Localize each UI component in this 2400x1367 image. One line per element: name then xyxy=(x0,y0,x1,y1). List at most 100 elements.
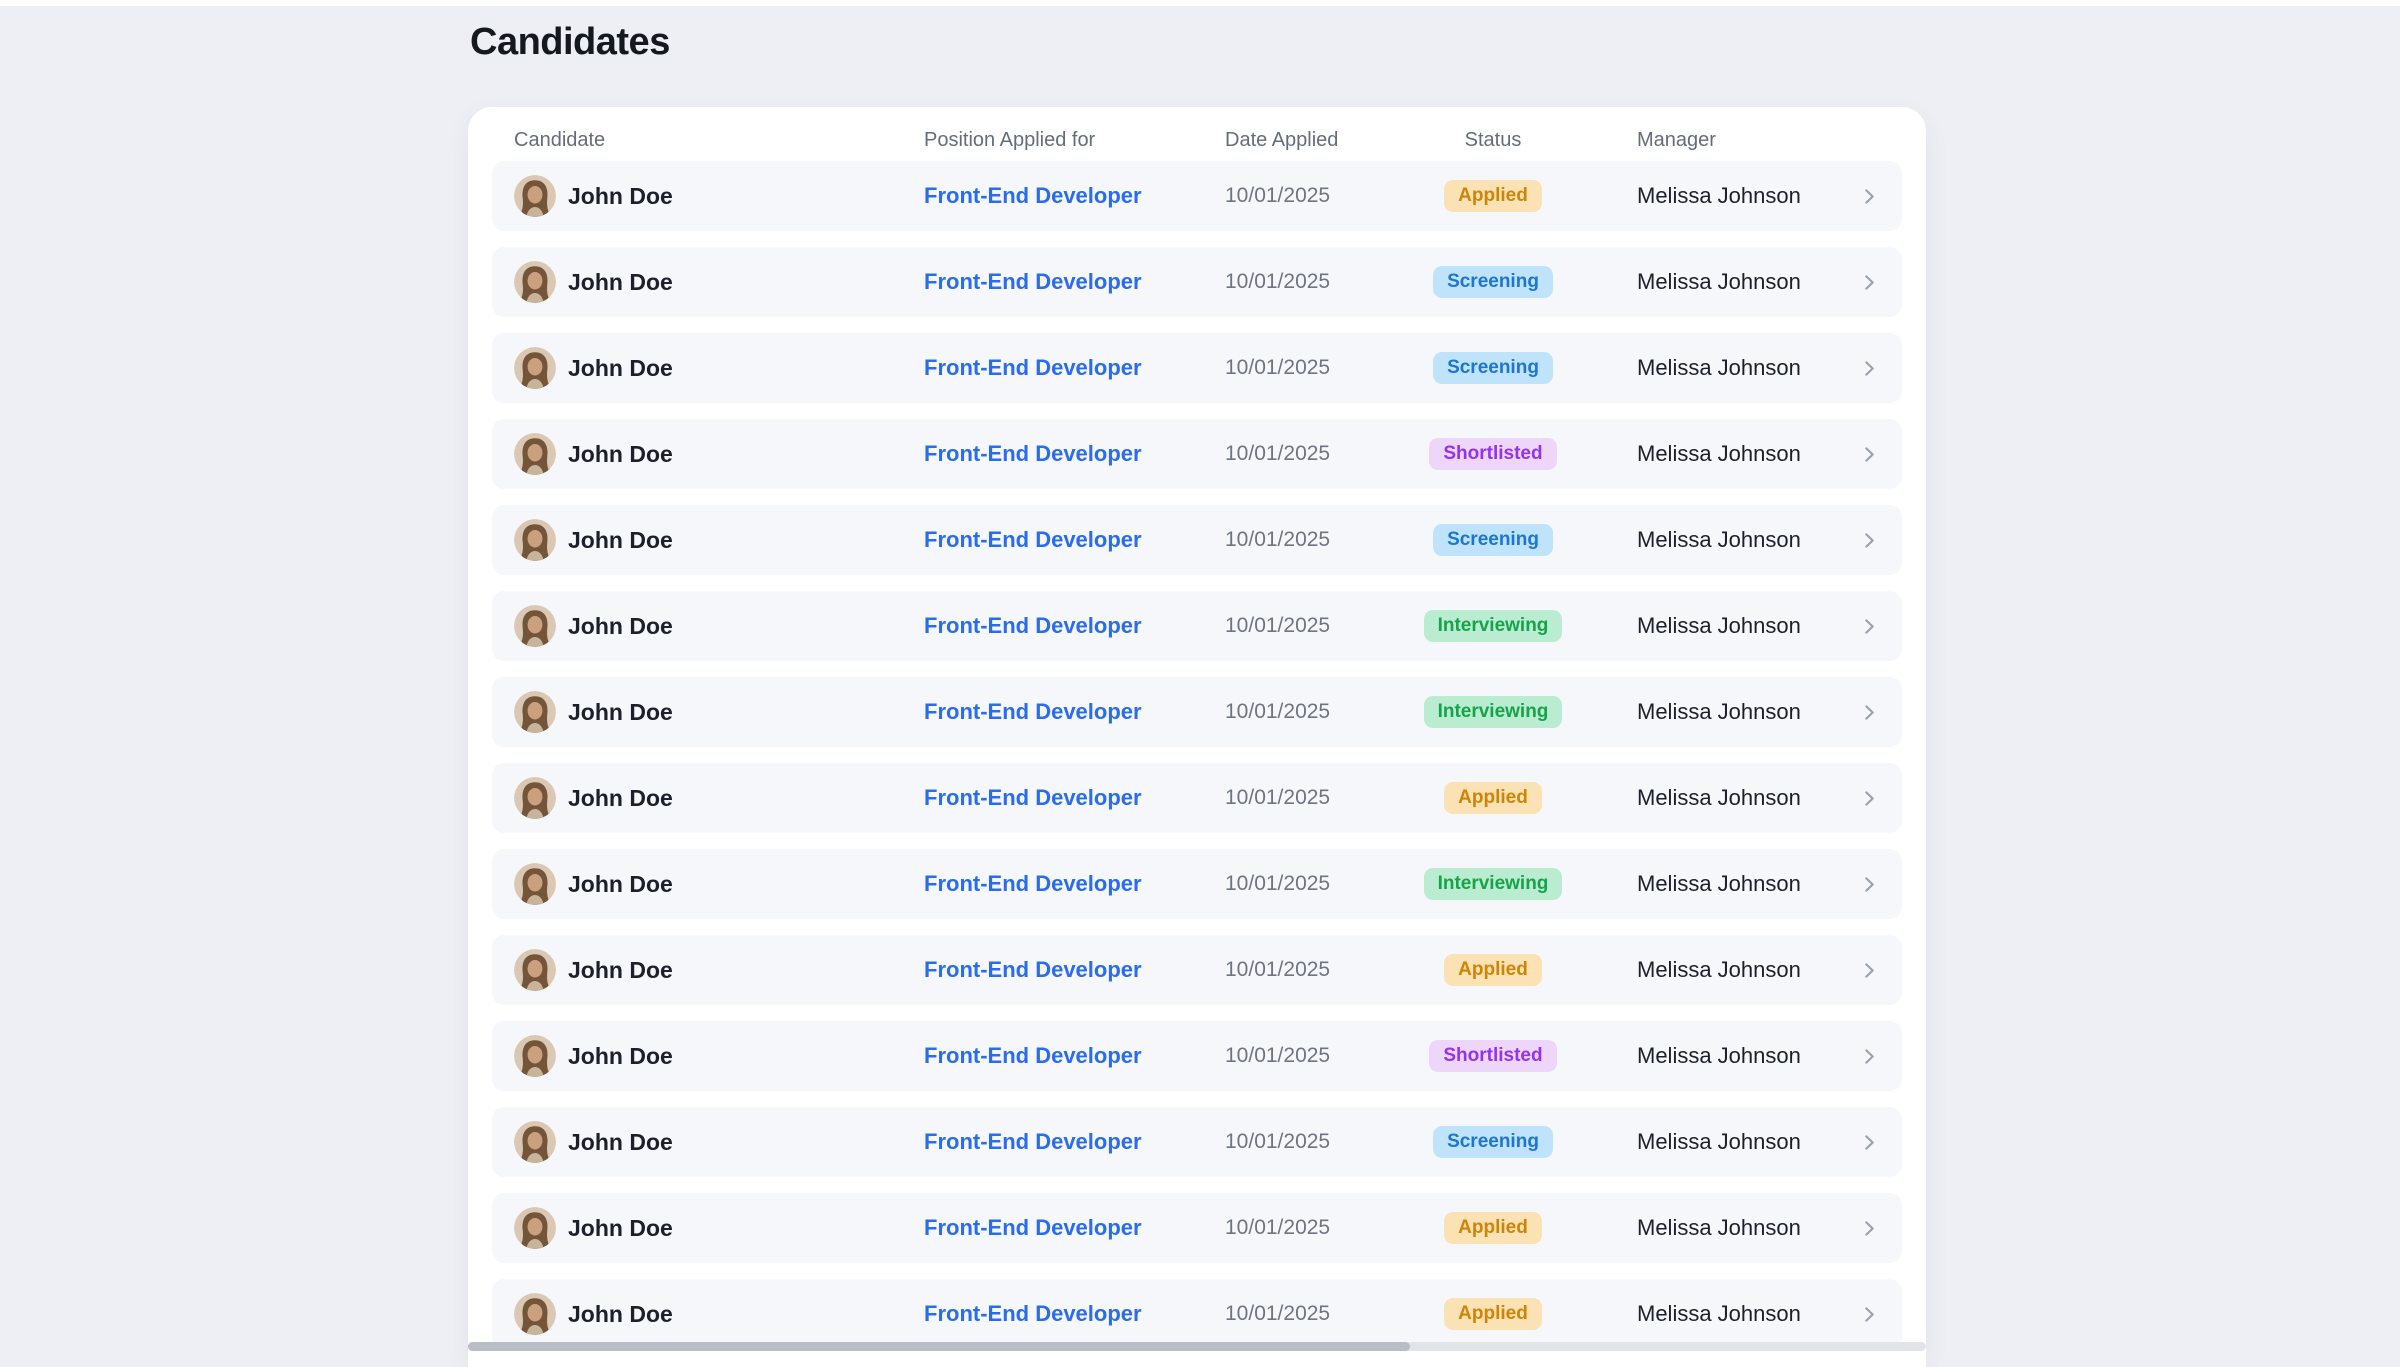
chevron-right-icon xyxy=(1861,360,1878,377)
position-link[interactable]: Front-End Developer xyxy=(924,871,1142,896)
row-chevron[interactable] xyxy=(1861,360,1878,377)
table-row[interactable]: John Doe Front-End Developer 10/01/2025 … xyxy=(492,1107,1902,1177)
table-row[interactable]: John Doe Front-End Developer 10/01/2025 … xyxy=(492,591,1902,661)
table-row[interactable]: John Doe Front-End Developer 10/01/2025 … xyxy=(492,419,1902,489)
candidate-avatar xyxy=(514,175,556,217)
row-chevron[interactable] xyxy=(1861,790,1878,807)
position-link[interactable]: Front-End Developer xyxy=(924,441,1142,466)
chevron-right-icon xyxy=(1861,618,1878,635)
top-strip xyxy=(0,0,2400,6)
chevron-right-icon xyxy=(1861,704,1878,721)
status-badge: Applied xyxy=(1444,782,1542,815)
candidate-cell: John Doe xyxy=(514,175,924,217)
row-chevron[interactable] xyxy=(1861,1306,1878,1323)
position-link[interactable]: Front-End Developer xyxy=(924,699,1142,724)
status-cell: Screening xyxy=(1383,352,1603,385)
position-cell: Front-End Developer xyxy=(924,183,1225,209)
manager-cell: Melissa Johnson xyxy=(1603,355,1840,381)
row-chevron[interactable] xyxy=(1861,532,1878,549)
date-applied-cell: 10/01/2025 xyxy=(1225,1130,1383,1154)
position-link[interactable]: Front-End Developer xyxy=(924,1043,1142,1068)
position-link[interactable]: Front-End Developer xyxy=(924,183,1142,208)
row-chevron[interactable] xyxy=(1861,1220,1878,1237)
row-chevron[interactable] xyxy=(1861,704,1878,721)
chevron-right-icon xyxy=(1861,446,1878,463)
status-badge: Applied xyxy=(1444,180,1542,213)
row-chevron[interactable] xyxy=(1861,876,1878,893)
position-link[interactable]: Front-End Developer xyxy=(924,613,1142,638)
position-link[interactable]: Front-End Developer xyxy=(924,1215,1142,1240)
date-applied-cell: 10/01/2025 xyxy=(1225,356,1383,380)
manager-cell: Melissa Johnson xyxy=(1603,269,1840,295)
table-row[interactable]: John Doe Front-End Developer 10/01/2025 … xyxy=(492,161,1902,231)
row-chevron[interactable] xyxy=(1861,446,1878,463)
column-header-date-applied: Date Applied xyxy=(1225,129,1383,152)
table-row[interactable]: John Doe Front-End Developer 10/01/2025 … xyxy=(492,763,1902,833)
position-cell: Front-End Developer xyxy=(924,527,1225,553)
status-cell: Shortlisted xyxy=(1383,1040,1603,1073)
table-row[interactable]: John Doe Front-End Developer 10/01/2025 … xyxy=(492,1193,1902,1263)
position-cell: Front-End Developer xyxy=(924,785,1225,811)
table-row[interactable]: John Doe Front-End Developer 10/01/2025 … xyxy=(492,1021,1902,1091)
status-cell: Applied xyxy=(1383,782,1603,815)
candidates-table-card: Candidate Position Applied for Date Appl… xyxy=(468,107,1926,1367)
position-link[interactable]: Front-End Developer xyxy=(924,527,1142,552)
date-applied-cell: 10/01/2025 xyxy=(1225,1302,1383,1326)
candidate-name: John Doe xyxy=(568,871,673,898)
candidate-name: John Doe xyxy=(568,785,673,812)
status-cell: Screening xyxy=(1383,266,1603,299)
manager-cell: Melissa Johnson xyxy=(1603,871,1840,897)
status-cell: Applied xyxy=(1383,1298,1603,1331)
table-row[interactable]: John Doe Front-End Developer 10/01/2025 … xyxy=(492,849,1902,919)
chevron-right-icon xyxy=(1861,1220,1878,1237)
status-cell: Applied xyxy=(1383,180,1603,213)
position-link[interactable]: Front-End Developer xyxy=(924,269,1142,294)
status-badge: Interviewing xyxy=(1424,868,1563,901)
column-header-manager: Manager xyxy=(1603,129,1840,152)
column-header-position: Position Applied for xyxy=(924,129,1225,152)
position-link[interactable]: Front-End Developer xyxy=(924,785,1142,810)
date-applied-cell: 10/01/2025 xyxy=(1225,442,1383,466)
candidate-cell: John Doe xyxy=(514,777,924,819)
position-link[interactable]: Front-End Developer xyxy=(924,1129,1142,1154)
table-row[interactable]: John Doe Front-End Developer 10/01/2025 … xyxy=(492,1279,1902,1349)
status-cell: Screening xyxy=(1383,1126,1603,1159)
status-cell: Interviewing xyxy=(1383,610,1603,643)
candidate-avatar xyxy=(514,1293,556,1335)
candidate-cell: John Doe xyxy=(514,1293,924,1335)
manager-cell: Melissa Johnson xyxy=(1603,785,1840,811)
candidate-avatar xyxy=(514,605,556,647)
manager-cell: Melissa Johnson xyxy=(1603,183,1840,209)
row-chevron[interactable] xyxy=(1861,962,1878,979)
position-cell: Front-End Developer xyxy=(924,1215,1225,1241)
table-row[interactable]: John Doe Front-End Developer 10/01/2025 … xyxy=(492,935,1902,1005)
table-row[interactable]: John Doe Front-End Developer 10/01/2025 … xyxy=(492,333,1902,403)
candidate-name: John Doe xyxy=(568,699,673,726)
table-row[interactable]: John Doe Front-End Developer 10/01/2025 … xyxy=(492,247,1902,317)
position-link[interactable]: Front-End Developer xyxy=(924,1301,1142,1326)
date-applied-cell: 10/01/2025 xyxy=(1225,184,1383,208)
position-link[interactable]: Front-End Developer xyxy=(924,957,1142,982)
row-chevron[interactable] xyxy=(1861,618,1878,635)
position-cell: Front-End Developer xyxy=(924,871,1225,897)
table-row[interactable]: John Doe Front-End Developer 10/01/2025 … xyxy=(492,677,1902,747)
position-cell: Front-End Developer xyxy=(924,699,1225,725)
date-applied-cell: 10/01/2025 xyxy=(1225,528,1383,552)
candidate-name: John Doe xyxy=(568,957,673,984)
chevron-right-icon xyxy=(1861,532,1878,549)
row-chevron[interactable] xyxy=(1861,274,1878,291)
chevron-right-icon xyxy=(1861,876,1878,893)
candidate-avatar xyxy=(514,433,556,475)
manager-cell: Melissa Johnson xyxy=(1603,441,1840,467)
manager-cell: Melissa Johnson xyxy=(1603,1129,1840,1155)
row-chevron[interactable] xyxy=(1861,1134,1878,1151)
candidate-cell: John Doe xyxy=(514,605,924,647)
candidate-name: John Doe xyxy=(568,183,673,210)
page-title: Candidates xyxy=(470,20,670,64)
table-row[interactable]: John Doe Front-End Developer 10/01/2025 … xyxy=(492,505,1902,575)
candidate-avatar xyxy=(514,1207,556,1249)
position-link[interactable]: Front-End Developer xyxy=(924,355,1142,380)
row-chevron[interactable] xyxy=(1861,1048,1878,1065)
position-cell: Front-End Developer xyxy=(924,269,1225,295)
row-chevron[interactable] xyxy=(1861,188,1878,205)
